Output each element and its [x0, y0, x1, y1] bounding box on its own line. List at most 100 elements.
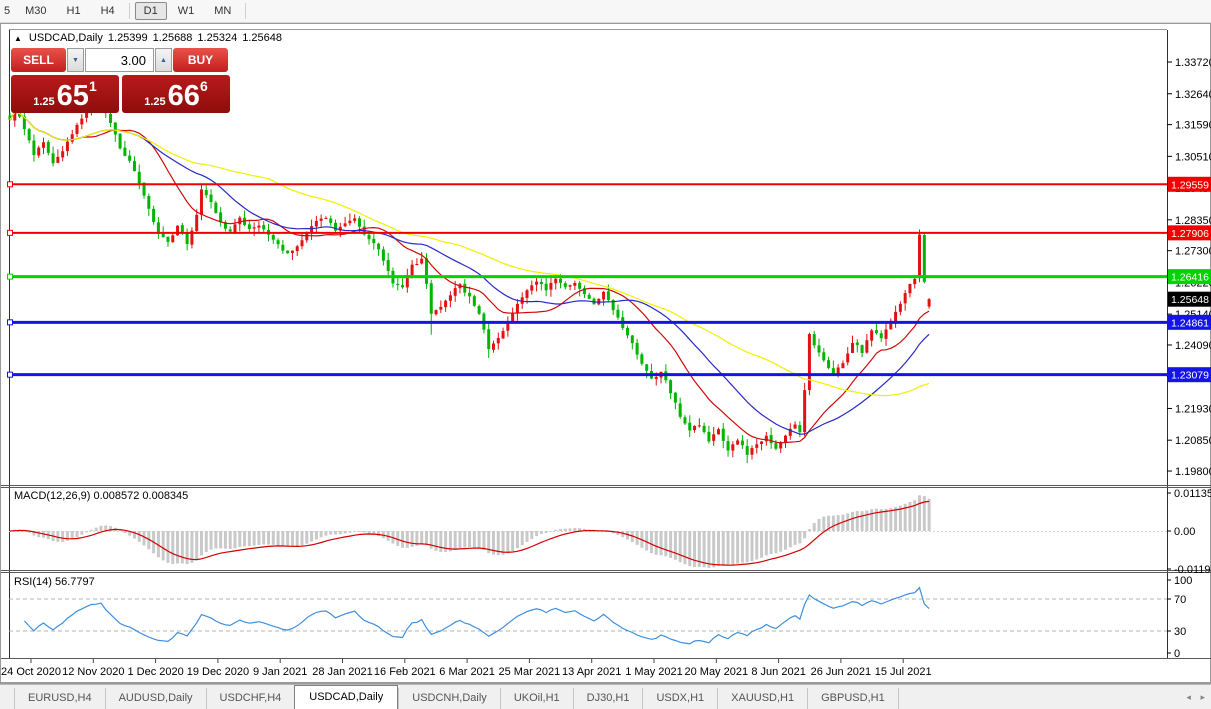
macd-panel	[8, 495, 1167, 568]
date-label: 9 Jan 2021	[253, 666, 307, 678]
chart-canvas[interactable]: 1.337201.326401.315901.305101.294301.283…	[1, 24, 1211, 685]
chart-tab-usdcad-daily[interactable]: USDCAD,Daily	[294, 685, 399, 709]
chart-title: ▲ USDCAD,Daily 1.25399 1.25688 1.25324 1…	[14, 32, 282, 44]
ma-line-slow	[9, 111, 930, 397]
svg-text:1.24090: 1.24090	[1175, 340, 1211, 352]
svg-text:1.28350: 1.28350	[1175, 215, 1211, 227]
svg-text:1.23079: 1.23079	[1171, 370, 1209, 382]
date-label: 12 Nov 2020	[62, 666, 124, 678]
timeframe-button-5[interactable]: 5	[2, 2, 14, 20]
date-label: 15 Jul 2021	[875, 666, 932, 678]
date-label: 8 Jun 2021	[751, 666, 805, 678]
chart-tab-eurusd-h4[interactable]: EURUSD,H4	[14, 688, 105, 709]
ohlc-close: 1.25648	[242, 32, 282, 44]
level-handle-icon[interactable]	[7, 229, 13, 236]
date-label: 25 Mar 2021	[499, 666, 561, 678]
svg-text:1.32640: 1.32640	[1175, 89, 1211, 101]
buy-price-prefix: 1.25	[144, 95, 166, 108]
date-label: 26 Jun 2021	[811, 666, 872, 678]
date-label: 1 Dec 2020	[127, 666, 183, 678]
volume-increase-icon[interactable]: ▲	[155, 48, 172, 72]
panel-splitters	[1, 485, 1211, 683]
toolbar-separator	[128, 3, 130, 19]
date-label: 16 Feb 2021	[374, 666, 436, 678]
timeframe-button-m30[interactable]: M30	[16, 2, 55, 20]
date-label: 28 Jan 2021	[312, 666, 373, 678]
sell-price[interactable]: 1.25 65 1	[11, 75, 119, 113]
svg-text:1.20850: 1.20850	[1175, 435, 1211, 447]
chart-tab-dj30-h1[interactable]: DJ30,H1	[572, 688, 643, 709]
date-label: 24 Oct 2020	[1, 666, 61, 678]
tab-scroll-right-icon[interactable]: ▸	[1200, 692, 1205, 702]
svg-text:1.21930: 1.21930	[1175, 403, 1211, 415]
svg-text:30: 30	[1174, 626, 1186, 638]
date-label: 1 May 2021	[625, 666, 682, 678]
ma-line-medium	[9, 111, 930, 435]
volume-input[interactable]: 3.00	[85, 48, 154, 72]
rsi-line	[23, 586, 930, 645]
price-axis: 1.337201.326401.315901.305101.294301.283…	[1167, 57, 1211, 660]
timeframe-button-h1[interactable]: H1	[58, 2, 90, 20]
date-label: 13 Apr 2021	[562, 666, 621, 678]
buy-price[interactable]: 1.25 66 6	[122, 75, 230, 113]
candles	[8, 98, 931, 464]
buy-button[interactable]: BUY	[173, 48, 228, 72]
svg-text:1.33720: 1.33720	[1175, 57, 1211, 69]
date-label: 19 Dec 2020	[187, 666, 249, 678]
chart-window: 1.337201.326401.315901.305101.294301.283…	[0, 23, 1211, 684]
rsi-indicator-label: RSI(14) 56.7797	[14, 576, 95, 588]
chart-tab-ukoil-h1[interactable]: UKOil,H1	[499, 688, 573, 709]
svg-text:1.25648: 1.25648	[1171, 294, 1209, 306]
collapse-chart-icon[interactable]: ▲	[14, 34, 22, 43]
sell-price-big: 65	[56, 80, 89, 113]
svg-text:1.27300: 1.27300	[1175, 246, 1211, 258]
symbol-tabbar: EURUSD,H4 AUDUSD,Daily USDCHF,H4 USDCAD,Dai…	[0, 684, 1211, 709]
date-label: 6 Mar 2021	[439, 666, 495, 678]
tab-scroll-arrows: ◂ ▸	[1179, 692, 1205, 703]
svg-text:1.24861: 1.24861	[1171, 317, 1209, 329]
svg-text:1.31590: 1.31590	[1175, 120, 1211, 132]
svg-text:0: 0	[1174, 648, 1180, 660]
sell-button[interactable]: SELL	[11, 48, 66, 72]
timeframe-button-mn[interactable]: MN	[205, 2, 240, 20]
level-handle-icon[interactable]	[7, 319, 13, 326]
chart-tab-xauusd-h1[interactable]: XAUUSD,H1	[717, 688, 807, 709]
svg-text:1.30510: 1.30510	[1175, 151, 1211, 163]
buy-price-sup: 6	[199, 78, 208, 94]
macd-indicator-label: MACD(12,26,9) 0.008572 0.008345	[14, 490, 189, 502]
timeframe-button-d1[interactable]: D1	[134, 2, 167, 20]
sell-price-prefix: 1.25	[33, 95, 55, 108]
one-click-trade-panel: SELL ▼ 3.00 ▲ BUY 1.25 65 1 1.25 66 6	[11, 48, 230, 113]
svg-text:1.29559: 1.29559	[1171, 179, 1209, 191]
timeframe-button-w1[interactable]: W1	[169, 2, 204, 20]
svg-text:1.19800: 1.19800	[1175, 466, 1211, 478]
buy-price-big: 66	[167, 80, 200, 113]
svg-text:100: 100	[1174, 575, 1192, 587]
svg-text:0.01135: 0.01135	[1174, 488, 1211, 500]
horizontal-levels	[7, 181, 1167, 378]
svg-text:70: 70	[1174, 594, 1186, 606]
timeframe-button-h4[interactable]: H4	[92, 2, 124, 20]
chart-tab-usdx-h1[interactable]: USDX,H1	[642, 688, 717, 709]
chart-symbol-label: USDCAD,Daily	[28, 32, 103, 44]
svg-text:0.00: 0.00	[1174, 526, 1195, 538]
ohlc-low: 1.25324	[197, 32, 238, 44]
chart-tab-gbpusd-h1[interactable]: GBPUSD,H1	[807, 688, 899, 709]
level-handle-icon[interactable]	[7, 181, 13, 188]
plot-frame	[9, 29, 1168, 658]
chart-tab-audusd-daily[interactable]: AUDUSD,Daily	[104, 688, 206, 709]
level-handle-icon[interactable]	[7, 273, 13, 280]
svg-text:1.26416: 1.26416	[1171, 272, 1209, 284]
timeframe-toolbar: 5 M30 H1 H4 D1 W1 MN	[0, 0, 1211, 23]
rsi-panel	[9, 586, 1167, 645]
date-label: 20 May 2021	[684, 666, 748, 678]
volume-decrease-icon[interactable]: ▼	[67, 48, 84, 72]
sell-price-sup: 1	[88, 78, 97, 94]
tab-scroll-left-icon[interactable]: ◂	[1186, 692, 1191, 702]
toolbar-separator	[245, 3, 247, 19]
date-axis: 24 Oct 2020 12 Nov 2020 1 Dec 2020 19 Dec 2…	[1, 659, 932, 678]
chart-tab-usdcnh-daily[interactable]: USDCNH,Daily	[398, 688, 500, 709]
level-handle-icon[interactable]	[7, 371, 13, 378]
svg-text:1.27906: 1.27906	[1171, 228, 1209, 240]
chart-tab-usdchf-h4[interactable]: USDCHF,H4	[205, 688, 295, 709]
